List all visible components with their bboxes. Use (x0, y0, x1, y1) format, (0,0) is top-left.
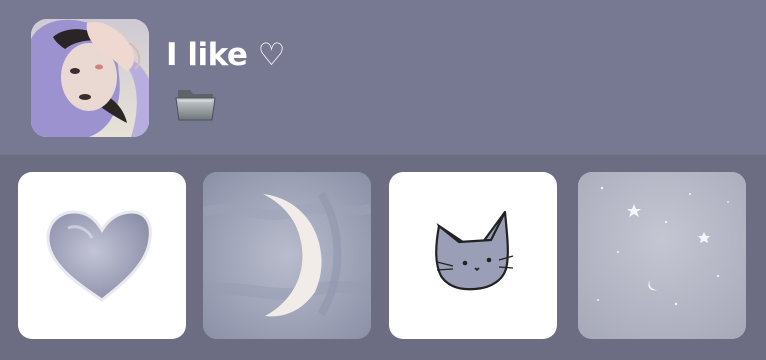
avatar[interactable] (31, 19, 149, 137)
tile-stars[interactable] (578, 172, 746, 339)
starry-sky-icon (578, 172, 746, 339)
avatar-photo (31, 19, 149, 137)
folder-icon[interactable] (175, 84, 217, 124)
crescent-moon-icon (203, 172, 371, 339)
tile-cat[interactable] (389, 172, 557, 339)
folder-icon-graphic (175, 90, 216, 121)
tile-heart[interactable] (18, 172, 186, 339)
cat-face-icon (435, 210, 514, 291)
heart-icon (46, 210, 152, 302)
tile-moon[interactable] (203, 172, 371, 339)
page-title: I like ♡ (166, 37, 285, 73)
